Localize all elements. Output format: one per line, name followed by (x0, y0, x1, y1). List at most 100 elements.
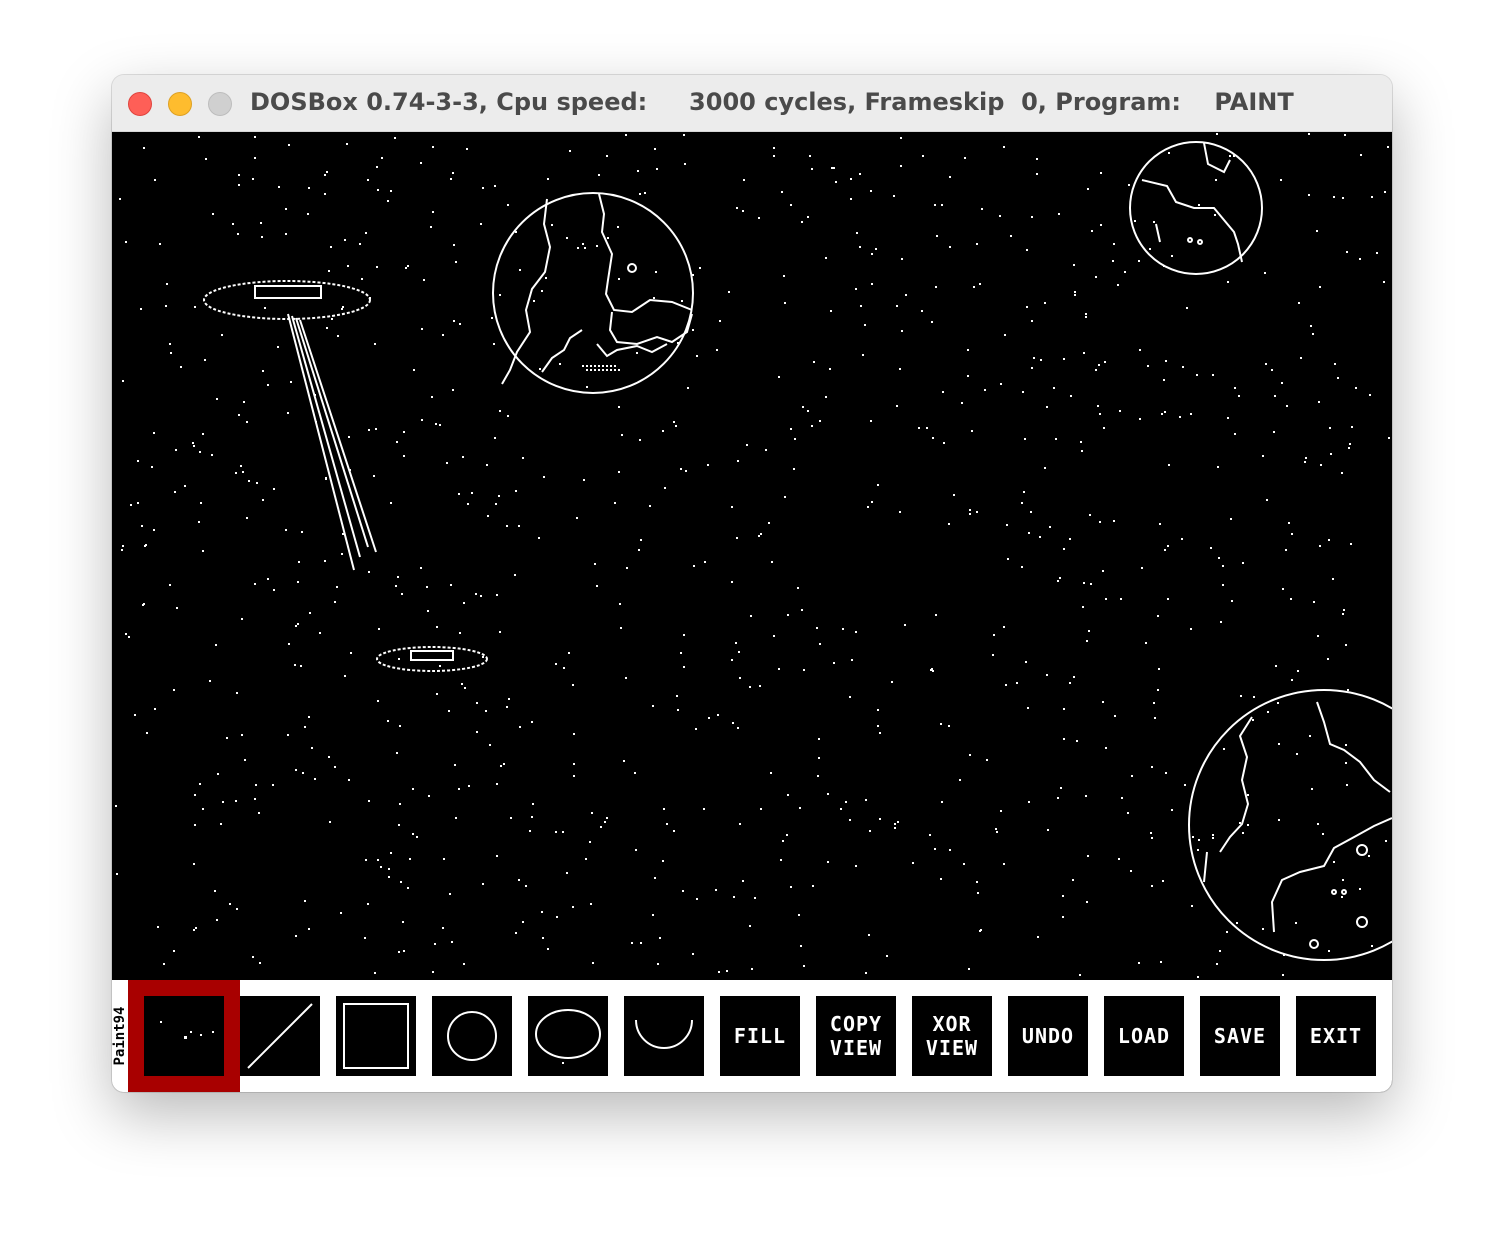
star-dot (421, 328, 423, 330)
star-dot (326, 327, 328, 329)
star-dot (607, 237, 609, 239)
star-dot (1346, 784, 1348, 786)
star-dot (202, 550, 204, 552)
star-dot (259, 962, 261, 964)
star-dot (243, 401, 245, 403)
star-dot (461, 683, 463, 685)
drawing-canvas[interactable] (112, 132, 1392, 980)
star-dot (692, 329, 694, 331)
load-label: LOAD (1117, 1024, 1171, 1048)
save-button[interactable]: SAVE (1200, 996, 1280, 1076)
xor-view-button[interactable]: XOR VIEW (912, 996, 992, 1076)
tool-line[interactable] (240, 996, 320, 1076)
star-dot (1349, 443, 1351, 445)
tool-rectangle[interactable] (336, 996, 416, 1076)
star-dot (1385, 840, 1387, 842)
star-dot (618, 471, 620, 473)
star-dot (455, 817, 457, 819)
star-dot (922, 155, 924, 157)
star-dot (790, 886, 792, 888)
tool-circle[interactable] (432, 996, 512, 1076)
star-dot (503, 763, 505, 765)
tool-ellipse[interactable] (528, 996, 608, 1076)
star-dot (236, 692, 238, 694)
star-dot (193, 445, 195, 447)
star-dot (984, 389, 986, 391)
star-dot (1063, 548, 1065, 550)
star-dot (787, 614, 789, 616)
zoom-window-button[interactable] (208, 92, 232, 116)
star-dot (797, 587, 799, 589)
star-dot (681, 300, 683, 302)
exit-button[interactable]: EXIT (1296, 996, 1376, 1076)
star-dot (1158, 668, 1160, 670)
star-dot (1332, 578, 1334, 580)
star-dot (969, 509, 971, 511)
star-dot (833, 662, 835, 664)
star-dot (248, 480, 250, 482)
star-dot (1278, 743, 1280, 745)
star-dot (807, 216, 809, 218)
star-dot (904, 624, 906, 626)
star-dot (717, 714, 719, 716)
star-dot (329, 821, 331, 823)
star-dot (591, 812, 593, 814)
fill-button[interactable]: FILL (720, 996, 800, 1076)
star-dot (476, 702, 478, 704)
star-dot (319, 632, 321, 634)
minimize-window-button[interactable] (168, 92, 192, 116)
star-dot (304, 900, 306, 902)
star-dot (901, 330, 903, 332)
star-dot (1184, 784, 1186, 786)
star-dot (793, 468, 795, 470)
copy-view-button[interactable]: COPY VIEW (816, 996, 896, 1076)
star-dot (193, 929, 195, 931)
star-dot (831, 167, 833, 169)
star-dot (999, 215, 1001, 217)
star-dot (1329, 427, 1331, 429)
star-dot (594, 563, 596, 565)
close-window-button[interactable] (128, 92, 152, 116)
star-dot (1164, 549, 1166, 551)
star-dot (644, 192, 646, 194)
star-dot (1134, 220, 1136, 222)
star-dot (1219, 950, 1221, 952)
star-dot (655, 271, 657, 273)
star-dot (192, 442, 194, 444)
star-dot (510, 817, 512, 819)
star-dot (1047, 829, 1049, 831)
star-dot (400, 881, 402, 883)
star-dot (1330, 453, 1332, 455)
star-dot (308, 187, 310, 189)
tool-pixel[interactable] (128, 980, 240, 1092)
star-dot (551, 224, 553, 226)
star-dot (273, 488, 275, 490)
star-dot (899, 511, 901, 513)
star-dot (827, 861, 829, 863)
star-dot (1345, 744, 1347, 746)
star-dot (1328, 950, 1330, 952)
star-dot (1131, 775, 1133, 777)
star-dot (450, 178, 452, 180)
undo-button[interactable]: UNDO (1008, 996, 1088, 1076)
star-dot (800, 945, 802, 947)
star-dot (871, 253, 873, 255)
star-dot (430, 226, 432, 228)
star-dot (432, 211, 434, 213)
star-dot (1312, 333, 1314, 335)
tool-arc[interactable] (624, 996, 704, 1076)
dos-screen: Paint94 FILL COPY VIEW XOR VIEW UNDO LOA… (112, 132, 1392, 1092)
star-dot (1028, 532, 1030, 534)
star-dot (1087, 188, 1089, 190)
star-dot (555, 663, 557, 665)
star-dot (592, 962, 594, 964)
star-dot (130, 504, 132, 506)
star-dot (1025, 661, 1027, 663)
star-dot (1027, 707, 1029, 709)
star-dot (1285, 549, 1287, 551)
star-dot (146, 732, 148, 734)
load-button[interactable]: LOAD (1104, 996, 1184, 1076)
star-dot (387, 200, 389, 202)
star-dot (165, 305, 167, 307)
star-dot (426, 586, 428, 588)
